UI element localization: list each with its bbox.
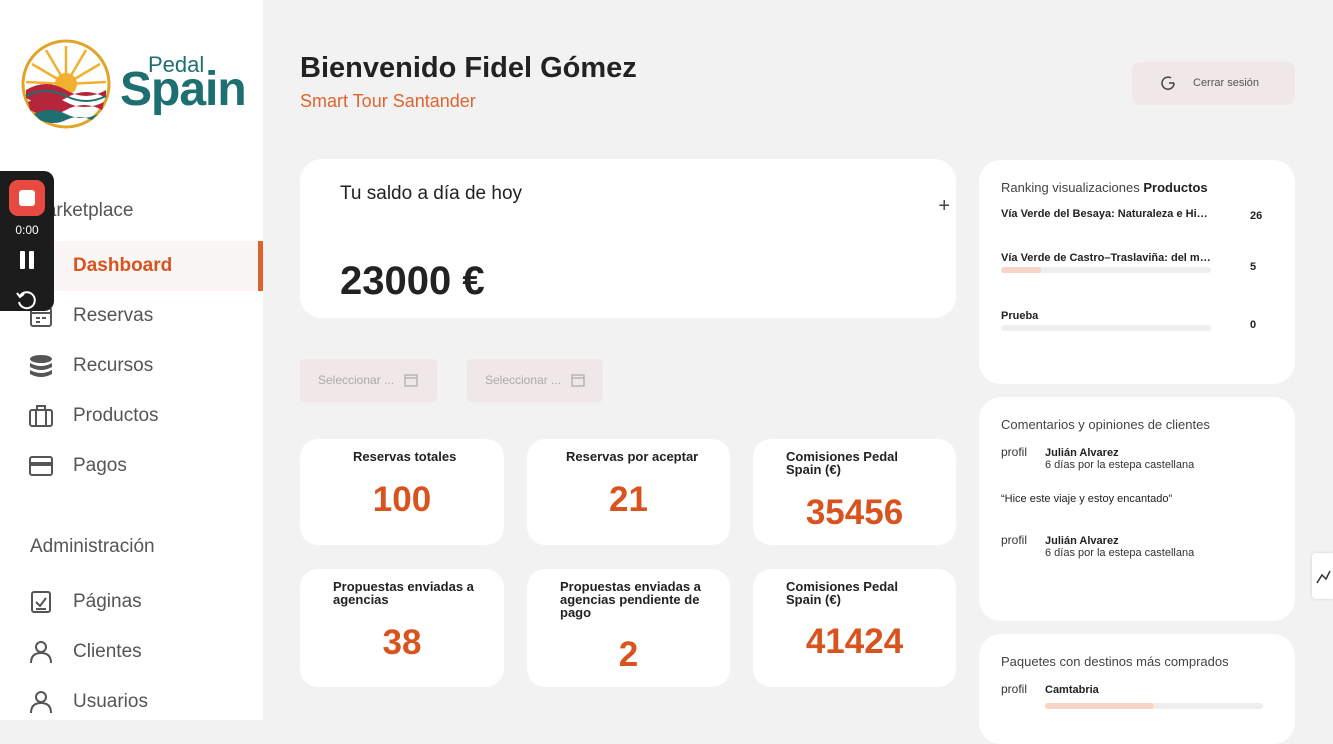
section-administracion: Administración — [30, 536, 155, 557]
stat-value: 2 — [618, 635, 639, 674]
ranking-count: 26 — [1250, 210, 1263, 222]
comments-card: Comentarios y opiniones de clientes prof… — [979, 397, 1295, 621]
comment-text: “Hice este viaje y estoy encantado” — [1001, 493, 1173, 505]
ranking-bar — [1001, 267, 1211, 273]
sidebar-item-label: Productos — [73, 405, 159, 426]
stat-card-comisiones-1: Comisiones Pedal Spain (€) 35456 — [753, 439, 956, 545]
ranking-product-name: Vía Verde del Besaya: Naturaleza e Histo… — [1001, 208, 1211, 220]
stat-card-comisiones-2: Comisiones Pedal Spain (€) 41424 — [753, 569, 956, 687]
comment-meta: 6 días por la estepa castellana — [1045, 459, 1195, 471]
ranking-title-bold: Productos — [1143, 180, 1208, 195]
ranking-count: 0 — [1250, 319, 1257, 331]
sidebar-item-label: Recursos — [73, 355, 154, 376]
ranking-title-prefix: Ranking visualizaciones — [1001, 180, 1144, 195]
sidebar-item-label: Dashboard — [73, 255, 173, 276]
page-title: Bienvenido Fidel Gómez — [300, 52, 637, 84]
sidebar-item-pagos[interactable]: Pagos — [0, 441, 263, 491]
card-icon — [29, 456, 53, 476]
user-icon — [30, 691, 52, 714]
sidebar-item-productos[interactable]: Productos — [0, 391, 263, 441]
screen-recorder-widget: 0:00 — [0, 171, 54, 311]
stat-title: Reservas totales — [353, 449, 457, 464]
brand-spain: Spain — [120, 63, 247, 116]
company-name: Smart Tour Santander — [300, 91, 476, 111]
stat-value: 35456 — [805, 493, 904, 532]
stat-value: 100 — [372, 480, 432, 519]
sidebar: Pedal Spain Marketplace Dashboard Reserv… — [0, 0, 263, 720]
sidebar-item-label: Pagos — [73, 455, 127, 476]
ranking-bar-fill — [1001, 267, 1041, 273]
avatar: profil — [1001, 445, 1028, 459]
stat-title: Comisiones Pedal Spain (€) — [786, 449, 898, 477]
sidebar-item-clientes[interactable]: Clientes — [0, 627, 263, 677]
avatar: profil — [1001, 533, 1028, 547]
stat-title: Propuestas enviadas a agencias pendiente… — [560, 579, 701, 620]
stat-title: Propuestas enviadas a agencias — [333, 579, 474, 607]
ranking-product-name: Vía Verde de Castro–Traslaviña: del mar … — [1001, 252, 1211, 264]
ranking-count: 5 — [1250, 261, 1257, 273]
sidebar-item-label: Usuarios — [73, 691, 148, 712]
ranking-product-name: Prueba — [1001, 310, 1039, 322]
stop-record-button[interactable] — [9, 180, 45, 216]
sidebar-item-label: Reservas — [73, 305, 154, 326]
sidebar-item-label: Páginas — [73, 591, 142, 612]
logout-button[interactable]: Cerrar sesión — [1132, 62, 1295, 105]
chart-icon — [1316, 570, 1331, 584]
power-icon — [1161, 76, 1175, 90]
date-placeholder: Seleccionar ... — [318, 373, 395, 387]
calendar-icon — [571, 374, 585, 387]
logout-label: Cerrar sesión — [1193, 77, 1260, 89]
stat-card-reservas-totales: Reservas totales 100 — [300, 439, 504, 545]
ranking-title: Ranking visualizaciones Productos — [1001, 180, 1208, 195]
sidebar-item-label: Clientes — [73, 641, 142, 662]
start-date-input[interactable]: Seleccionar ... — [300, 359, 437, 402]
package-bar-fill — [1045, 703, 1154, 709]
packages-card: Paquetes con destinos más comprados prof… — [979, 634, 1295, 744]
avatar: profil — [1001, 682, 1028, 696]
sidebar-item-recursos[interactable]: Recursos — [0, 341, 263, 391]
ranking-card: Ranking visualizaciones Productos Vía Ve… — [979, 160, 1295, 384]
date-placeholder: Seleccionar ... — [485, 373, 562, 387]
record-timer: 0:00 — [15, 223, 39, 237]
stat-card-propuestas-pendientes: Propuestas enviadas a agencias pendiente… — [527, 569, 730, 687]
package-bar — [1045, 703, 1263, 709]
balance-title: Tu saldo a día de hoy — [340, 183, 523, 204]
stat-value: 21 — [609, 480, 648, 519]
balance-value: 23000 € — [340, 259, 485, 303]
packages-title: Paquetes con destinos más comprados — [1001, 654, 1229, 669]
stat-title: Reservas por aceptar — [566, 449, 699, 464]
pause-icon[interactable] — [19, 251, 35, 269]
stat-value: 41424 — [805, 622, 904, 661]
user-icon — [30, 641, 52, 664]
comment-author: Julián Alvarez — [1045, 535, 1119, 547]
expand-plus-icon[interactable]: + — [938, 195, 950, 218]
comment-author: Julián Alvarez — [1045, 447, 1119, 459]
database-icon — [30, 355, 52, 377]
end-date-input[interactable]: Seleccionar ... — [467, 359, 603, 402]
ranking-bar — [1001, 325, 1211, 331]
side-toggle-button[interactable] — [1312, 553, 1333, 599]
stat-title: Comisiones Pedal Spain (€) — [786, 579, 898, 607]
stat-card-propuestas-enviadas: Propuestas enviadas a agencias 38 — [300, 569, 504, 687]
calendar-icon — [404, 374, 418, 387]
sidebar-item-paginas[interactable]: Páginas — [0, 577, 263, 627]
page-check-icon — [31, 591, 51, 613]
package-name: Camtabria — [1045, 684, 1099, 696]
comments-title: Comentarios y opiniones de clientes — [1001, 417, 1210, 432]
briefcase-icon — [29, 405, 53, 427]
comment-meta: 6 días por la estepa castellana — [1045, 547, 1195, 559]
stat-value: 38 — [382, 623, 422, 662]
stat-card-reservas-por-aceptar: Reservas por aceptar 21 — [527, 439, 730, 545]
restart-icon[interactable] — [15, 289, 37, 311]
balance-card: Tu saldo a día de hoy + 23000 € — [300, 159, 956, 318]
